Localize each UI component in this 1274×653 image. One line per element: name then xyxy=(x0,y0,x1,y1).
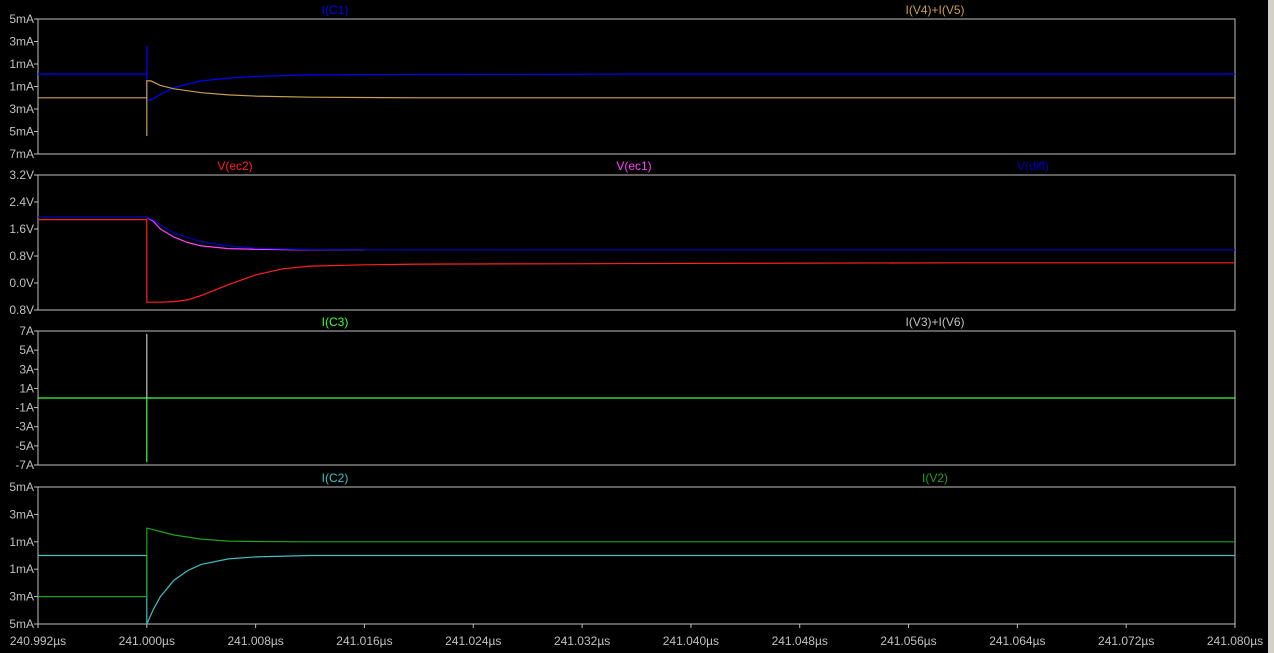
x-tick-label: 241.008µs xyxy=(227,634,283,648)
legend-label: I(V3)+I(V6) xyxy=(905,315,964,329)
y-tick-label: 3mA xyxy=(9,590,34,604)
y-tick-label: -1A xyxy=(15,401,34,415)
x-tick-label: 241.056µs xyxy=(880,634,936,648)
waveform-viewer[interactable]: 5mA 3mA 1mA 1mA 3mA 5mA 7mA I(C1) I(V4)+I(V5) 3.2… xyxy=(0,0,1274,653)
y-tick-label: 5mA xyxy=(9,12,34,26)
plot-pane: 3.2V 2.4V 1.6V 0.8V 0.0V 0.8V V(ec2) V(ec1) V(di… xyxy=(9,159,1236,317)
y-tick-label: 3mA xyxy=(9,102,34,116)
y-tick-label: -3A xyxy=(15,420,34,434)
series-line xyxy=(38,397,1235,463)
y-tick-label: -7A xyxy=(15,458,34,472)
y-tick-label: 0.8V xyxy=(9,303,34,317)
x-tick-label: 241.048µs xyxy=(772,634,828,648)
y-tick-label: 1mA xyxy=(9,562,34,576)
x-tick-label: 241.040µs xyxy=(663,634,719,648)
x-tick-label: 241.024µs xyxy=(445,634,501,648)
series-line xyxy=(146,216,365,251)
plot-pane: 5mA 3mA 1mA 1mA 3mA 5mA 7mA I(C1) I(V4)+I(V5) xyxy=(9,3,1236,161)
legend-label: I(C2) xyxy=(322,471,349,485)
plot-frame xyxy=(37,18,1236,155)
y-tick-label: 1mA xyxy=(9,80,34,94)
legend-label: I(V2) xyxy=(922,471,948,485)
series-line xyxy=(38,554,1235,625)
legend-label: I(C1) xyxy=(322,3,349,17)
y-tick-label: 2.4V xyxy=(9,195,34,209)
y-tick-label: 3mA xyxy=(9,507,34,521)
y-tick-label: 3.2V xyxy=(9,168,34,182)
y-tick-label: 7mA xyxy=(9,147,34,161)
y-tick-label: 5mA xyxy=(9,125,34,139)
x-tick-label: 240.992µs xyxy=(10,634,66,648)
y-tick-label: 1A xyxy=(19,381,34,395)
x-tick-label: 241.064µs xyxy=(989,634,1045,648)
right-scrollbar[interactable] xyxy=(1268,0,1274,653)
y-tick-label: 0.0V xyxy=(9,276,34,290)
x-tick-label: 241.000µs xyxy=(119,634,175,648)
x-tick-label: 241.032µs xyxy=(554,634,610,648)
series-line xyxy=(38,216,1235,251)
legend-label: V(ec2) xyxy=(217,159,252,173)
series-line xyxy=(38,80,1235,136)
y-tick-label: -5A xyxy=(15,439,34,453)
legend-label: I(V4)+I(V5) xyxy=(905,3,964,17)
series-line xyxy=(38,527,1235,598)
x-tick-label: 241.080µs xyxy=(1207,634,1263,648)
x-tick-label: 241.072µs xyxy=(1098,634,1154,648)
legend-label: V(diff) xyxy=(1017,159,1049,173)
plot-frame xyxy=(37,174,1236,311)
y-tick-label: 1mA xyxy=(9,57,34,71)
series-line xyxy=(38,46,1235,101)
y-tick-label: 5A xyxy=(19,343,34,357)
y-tick-label: 7A xyxy=(19,324,34,338)
legend-label: V(ec1) xyxy=(616,159,651,173)
y-tick-label: 5mA xyxy=(9,480,34,494)
x-tick-label: 241.016µs xyxy=(336,634,392,648)
y-tick-label: 3A xyxy=(19,362,34,376)
plot-pane: 5mA 3mA 1mA 1mA 3mA 5mA I(C2) I(V2) xyxy=(9,471,1236,631)
series-line xyxy=(38,219,1235,303)
y-tick-label: 1.6V xyxy=(9,222,34,236)
y-tick-label: 0.8V xyxy=(9,249,34,263)
legend-label: I(C3) xyxy=(322,315,349,329)
y-tick-label: 1mA xyxy=(9,535,34,549)
y-tick-label: 3mA xyxy=(9,35,34,49)
plot-pane: 7A 5A 3A 1A -1A -3A -5A -7A I(C3) I(V3)+I(V6) xyxy=(15,315,1236,472)
y-tick-label: 5mA xyxy=(9,617,34,631)
